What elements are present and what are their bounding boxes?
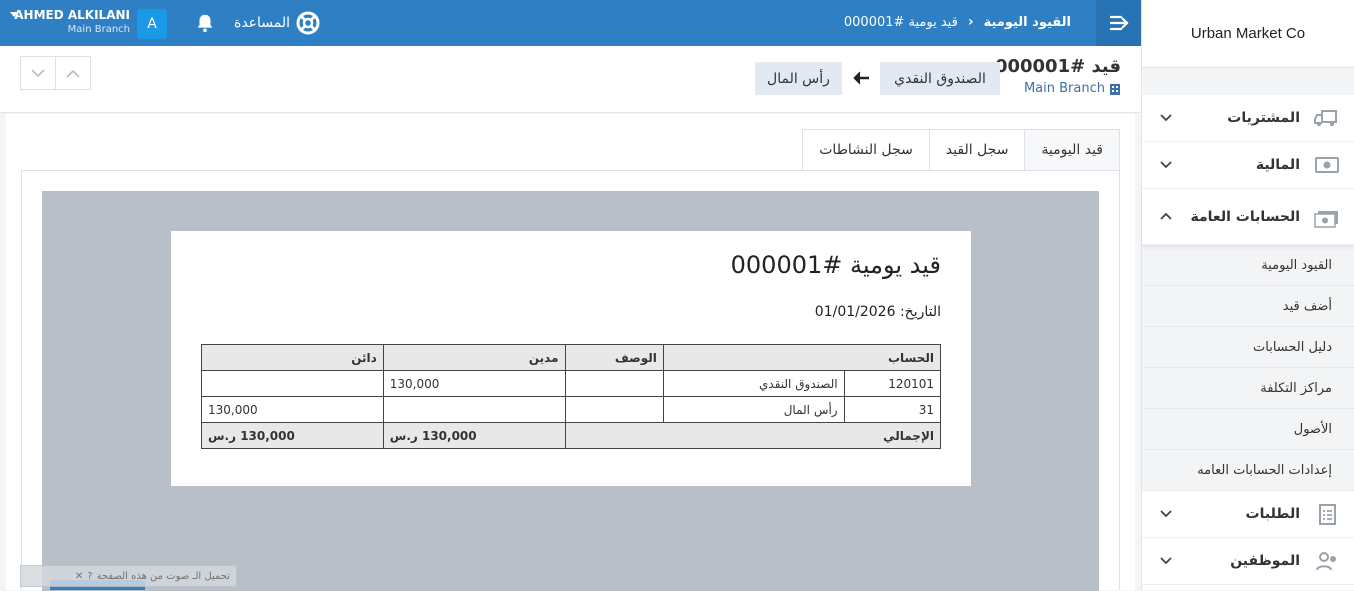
chevron-up-icon [1160, 212, 1172, 220]
chevron-down-icon [31, 68, 45, 77]
bell-icon[interactable] [194, 12, 216, 34]
total-debit: 130,000 ر.س [382, 422, 566, 449]
preview-frame: قيد يومية #000001 التاريخ: 01/01/2026 ال… [21, 170, 1120, 591]
sidebar-item-orders[interactable]: الطلبات [1142, 491, 1354, 538]
account-name: الصندوق النقدي [662, 370, 845, 397]
building-icon [1110, 83, 1120, 95]
credit-cell [201, 370, 384, 397]
sidebar-subitem-add-entry[interactable]: أضف قيد [1142, 286, 1354, 327]
entry-header: قيد #000001 Main Branch الصندوق النقدي ر… [0, 46, 1141, 113]
arrow-left-icon [853, 71, 869, 85]
sidebar-subitem-cost-centers[interactable]: مراكز التكلفة [1142, 368, 1354, 409]
close-icon[interactable]: ✕ [75, 571, 83, 582]
avatar[interactable]: A [137, 9, 167, 39]
menu-toggle-button[interactable] [1096, 0, 1141, 46]
sidebar-item-employees[interactable]: الموظفين [1142, 538, 1354, 585]
column-header: مدين [382, 344, 566, 371]
sidebar-item-finance[interactable]: المالية [1142, 142, 1354, 189]
table-header-row: الحساب الوصف مدين دائن [201, 344, 942, 371]
help-label: المساعدة [234, 15, 291, 31]
branch-label: Main Branch [1023, 81, 1105, 96]
money-icon [1314, 154, 1340, 176]
users-icon [1314, 550, 1340, 572]
chevron-down-icon [1160, 557, 1172, 565]
sidebar-subitem-settings[interactable]: إعدادات الحسابات العامه [1142, 450, 1354, 491]
lifebuoy-icon [296, 11, 320, 35]
chevron-down-icon [1160, 161, 1172, 169]
entry-title-block: قيد #000001 Main Branch [995, 56, 1121, 96]
account-code: 120101 [843, 370, 942, 397]
sidebar-item-label: الطلبات [1245, 506, 1300, 522]
document-page: قيد يومية #000001 التاريخ: 01/01/2026 ال… [171, 231, 971, 486]
clipboard-icon [1314, 503, 1340, 525]
tab-entry-log[interactable]: سجل القيد [928, 129, 1026, 170]
user-menu[interactable]: AHMED ALKILANI Main Branch [10, 8, 130, 37]
tabs: قيد اليومية سجل القيد سجل النشاطات [802, 129, 1120, 170]
debit-cell: 130,000 [382, 370, 566, 397]
record-navigation [20, 56, 91, 90]
plugin-text: تحميل الـ صوت من هذه الصفحة [96, 570, 230, 582]
column-header: الحساب [662, 344, 942, 371]
sidebar-item-purchases[interactable]: المشتريات [1142, 95, 1354, 142]
page-title: قيد #000001 [994, 56, 1121, 77]
column-header: دائن [201, 344, 384, 371]
chevron-down-icon [1160, 510, 1172, 518]
account-code: 31 [843, 396, 942, 423]
print-preview: قيد يومية #000001 التاريخ: 01/01/2026 ال… [42, 191, 1099, 591]
total-row: الإجمالي 130,000 ر.س 130,000 ر.س [201, 422, 941, 449]
top-bar: AHMED ALKILANI Main Branch A المساعدة ال… [0, 0, 1141, 46]
sidebar-item-label: الموظفين [1230, 553, 1300, 569]
sidebar-item-label: الحسابات العامة [1190, 208, 1300, 225]
main-content: قيد اليومية سجل القيد سجل النشاطات قيد ي… [6, 114, 1135, 591]
table-row: 120101 الصندوق النقدي 130,000 [201, 370, 942, 397]
date-label: التاريخ: [899, 304, 941, 320]
table-row: 31 رأس المال 130,000 [201, 396, 942, 423]
chevron-up-icon [66, 69, 80, 78]
arrow-menu-icon [1109, 15, 1129, 31]
total-credit: 130,000 ر.س [201, 422, 384, 449]
help-button[interactable]: المساعدة [234, 10, 320, 36]
chevron-left-icon: ‹ [967, 14, 974, 30]
previous-record-button[interactable] [21, 57, 55, 89]
next-record-button[interactable] [55, 57, 90, 89]
journal-table: الحساب الوصف مدين دائن 120101 الصندوق ال… [201, 344, 942, 449]
breadcrumb-journal-entries[interactable]: القيود اليومية [984, 15, 1071, 30]
sidebar: Urban Market Co المشتريات المالية الحساب… [1141, 0, 1354, 590]
description-cell [564, 370, 664, 397]
tab-activity-log[interactable]: سجل النشاطات [802, 129, 930, 170]
date-value: 01/01/2026 [814, 304, 896, 320]
breadcrumb: القيود اليومية ‹ قيد يومية #000001 [844, 14, 1071, 30]
document-title: قيد يومية #000001 [730, 251, 941, 279]
tab-journal[interactable]: قيد اليومية [1024, 129, 1120, 170]
help-icon[interactable]: ? [87, 571, 92, 582]
credit-cell: 130,000 [201, 396, 384, 423]
truck-icon [1314, 107, 1340, 129]
sidebar-item-label: المالية [1255, 157, 1300, 173]
description-cell [564, 396, 664, 423]
audio-plugin-toolbar[interactable]: تحميل الـ صوت من هذه الصفحة ? ✕ [20, 565, 237, 587]
cash-icon [1314, 206, 1340, 228]
user-branch: Main Branch [67, 24, 130, 35]
sidebar-item-label: المشتريات [1227, 110, 1300, 126]
sidebar-submenu: القيود اليومية أضف قيد دليل الحسابات مرا… [1142, 245, 1354, 491]
sidebar-subitem-assets[interactable]: الأصول [1142, 409, 1354, 450]
caret-down-icon [10, 12, 18, 17]
sidebar-subitem-chart-of-accounts[interactable]: دليل الحسابات [1142, 327, 1354, 368]
sidebar-item-general-accounts[interactable]: الحسابات العامة [1142, 189, 1354, 245]
company-name: Urban Market Co [1142, 0, 1354, 68]
breadcrumb-current: قيد يومية #000001 [843, 14, 958, 30]
account-name: رأس المال [662, 396, 845, 423]
sidebar-subitem-journal-entries[interactable]: القيود اليومية [1142, 245, 1354, 286]
user-name: AHMED ALKILANI [14, 8, 130, 22]
to-account-badge[interactable]: رأس المال [755, 62, 842, 95]
document-date: التاريخ: 01/01/2026 [815, 304, 941, 320]
debit-cell [382, 396, 566, 423]
from-account-badge[interactable]: الصندوق النقدي [880, 62, 1000, 95]
total-label: الإجمالي [564, 422, 941, 449]
chevron-down-icon [1160, 114, 1172, 122]
column-header: الوصف [564, 344, 664, 371]
